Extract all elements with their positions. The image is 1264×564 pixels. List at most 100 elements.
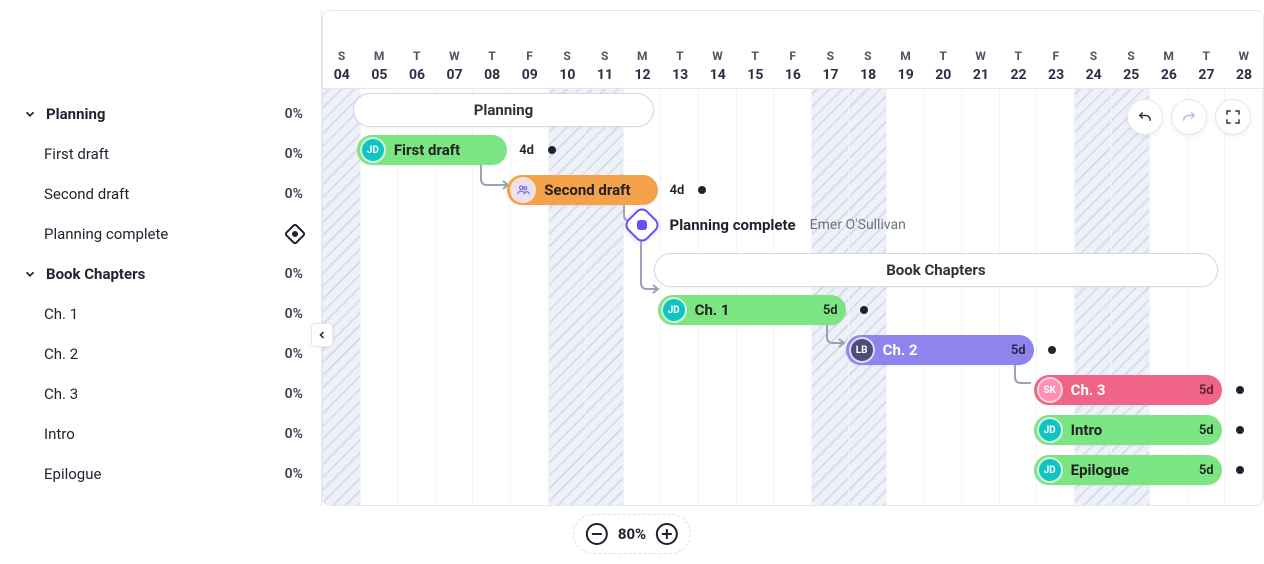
- task-bar-ch1[interactable]: JD Ch. 1 5d: [658, 295, 846, 325]
- duration-label: 5d: [1199, 423, 1214, 438]
- task-label: Ch. 3: [22, 385, 78, 403]
- task-bar-intro[interactable]: JD Intro 5d: [1034, 415, 1222, 445]
- task-progress: 0%: [285, 466, 303, 482]
- milestone-icon: [284, 223, 307, 246]
- timeline-header: SMTWTFSSMTWTFSSMTWTFSSMTW 04050607080910…: [323, 11, 1263, 89]
- task-row-first-draft[interactable]: First draft 0%: [0, 134, 321, 174]
- day-of-month: 08: [473, 67, 511, 83]
- summary-bar-chapters[interactable]: Book Chapters: [654, 253, 1218, 287]
- task-label: Epilogue: [22, 465, 101, 483]
- group-progress: 0%: [285, 106, 303, 122]
- day-of-month: 07: [436, 67, 474, 83]
- day-of-week: S: [549, 49, 587, 63]
- day-of-month: 25: [1112, 67, 1150, 83]
- day-of-month: 18: [849, 67, 887, 83]
- status-dot-icon: [1236, 466, 1244, 474]
- fullscreen-button[interactable]: [1215, 99, 1251, 135]
- day-of-week: T: [1000, 49, 1038, 63]
- redo-button[interactable]: [1171, 99, 1207, 135]
- day-of-week: T: [473, 49, 511, 63]
- task-progress: 0%: [285, 386, 303, 402]
- group-row-chapters[interactable]: Book Chapters 0%: [0, 254, 321, 294]
- day-of-month: 16: [774, 67, 812, 83]
- chevron-down-icon: [22, 266, 38, 282]
- day-of-month: 09: [511, 67, 549, 83]
- day-of-week: S: [812, 49, 850, 63]
- day-of-week: W: [436, 49, 474, 63]
- group-progress: 0%: [285, 266, 303, 282]
- day-of-month: 20: [925, 67, 963, 83]
- task-row-ch3[interactable]: Ch. 3 0%: [0, 374, 321, 414]
- day-of-week: W: [962, 49, 1000, 63]
- task-row-planning-complete[interactable]: Planning complete: [0, 214, 321, 254]
- day-of-week: S: [586, 49, 624, 63]
- status-dot-icon: [1048, 346, 1056, 354]
- task-progress: 0%: [285, 346, 303, 362]
- day-of-week: M: [361, 49, 399, 63]
- task-title: Second draft: [544, 181, 630, 199]
- task-bar-epilogue[interactable]: JD Epilogue 5d: [1034, 455, 1222, 485]
- task-row-intro[interactable]: Intro 0%: [0, 414, 321, 454]
- task-bar-ch3[interactable]: SK Ch. 3 5d: [1034, 375, 1222, 405]
- day-of-month: 05: [361, 67, 399, 83]
- status-dot-icon: [698, 186, 706, 194]
- zoom-in-button[interactable]: [656, 523, 678, 545]
- summary-label: Book Chapters: [886, 261, 985, 279]
- group-label: Book Chapters: [46, 265, 145, 283]
- day-of-month: 26: [1150, 67, 1188, 83]
- task-row-ch2[interactable]: Ch. 2 0%: [0, 334, 321, 374]
- chevron-down-icon: [22, 106, 38, 122]
- task-label: Second draft: [22, 185, 129, 203]
- duration-label: 5d: [1011, 343, 1026, 358]
- task-bar-first-draft[interactable]: JD First draft: [357, 135, 507, 165]
- group-row-planning[interactable]: Planning 0%: [0, 94, 321, 134]
- milestone-title: Planning complete: [670, 216, 796, 234]
- task-row-ch1[interactable]: Ch. 1 0%: [0, 294, 321, 334]
- day-of-week: F: [511, 49, 549, 63]
- zoom-level: 80%: [618, 525, 646, 543]
- avatar-icon: SK: [1039, 379, 1061, 401]
- collapse-sidebar-button[interactable]: [311, 323, 333, 347]
- day-of-week: T: [1188, 49, 1226, 63]
- day-of-week: M: [624, 49, 662, 63]
- day-of-month: 28: [1225, 67, 1263, 83]
- task-row-epilogue[interactable]: Epilogue 0%: [0, 454, 321, 494]
- task-label: Intro: [22, 425, 75, 443]
- day-of-week: W: [1225, 49, 1263, 63]
- status-dot-icon: [860, 306, 868, 314]
- task-label: Ch. 1: [22, 305, 78, 323]
- zoom-out-button[interactable]: [586, 523, 608, 545]
- chart-toolbar: [1127, 99, 1251, 135]
- task-label: Ch. 2: [22, 345, 78, 363]
- task-label: First draft: [22, 145, 109, 163]
- avatar-icon: JD: [362, 139, 384, 161]
- day-of-month: 23: [1037, 67, 1075, 83]
- day-of-week: F: [1037, 49, 1075, 63]
- milestone-diamond-icon: [622, 205, 662, 245]
- day-of-month: 10: [549, 67, 587, 83]
- day-of-week: S: [849, 49, 887, 63]
- avatar-icon: JD: [1039, 459, 1061, 481]
- undo-button[interactable]: [1127, 99, 1163, 135]
- day-of-month: 11: [586, 67, 624, 83]
- day-of-month: 17: [812, 67, 850, 83]
- day-of-week: M: [1150, 49, 1188, 63]
- task-progress: 0%: [285, 186, 303, 202]
- status-dot-icon: [548, 146, 556, 154]
- day-of-month: 12: [624, 67, 662, 83]
- status-dot-icon: [1236, 426, 1244, 434]
- summary-bar-planning[interactable]: Planning: [353, 93, 654, 127]
- avatar-icon: JD: [663, 299, 685, 321]
- day-of-week: S: [1112, 49, 1150, 63]
- task-bar-second-draft[interactable]: Second draft: [507, 175, 657, 205]
- day-of-week: T: [398, 49, 436, 63]
- task-bar-ch2[interactable]: LB Ch. 2 5d: [846, 335, 1034, 365]
- day-of-week: W: [699, 49, 737, 63]
- task-progress: 0%: [285, 306, 303, 322]
- milestone-planning-complete[interactable]: Planning complete Emer O'Sullivan: [628, 211, 906, 239]
- day-of-month: 21: [962, 67, 1000, 83]
- task-title: Ch. 3: [1071, 381, 1106, 399]
- task-row-second-draft[interactable]: Second draft 0%: [0, 174, 321, 214]
- duration-label: 4d: [519, 143, 534, 158]
- zoom-control: 80%: [573, 514, 691, 554]
